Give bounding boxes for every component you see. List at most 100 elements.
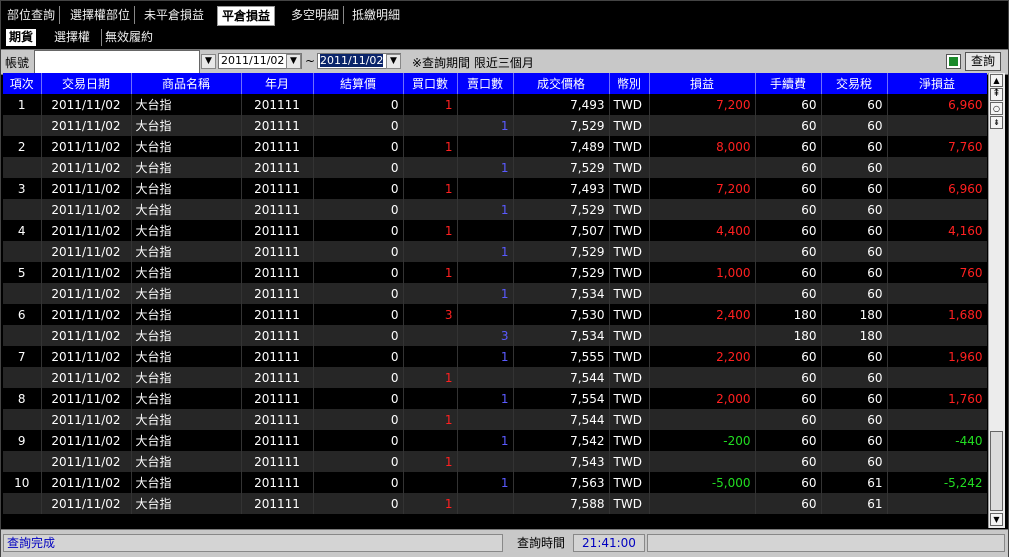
cell-settle: 0 xyxy=(313,367,404,388)
cell-name: 大台指 xyxy=(131,241,242,262)
scroll-page-up-icon[interactable]: ⇞ xyxy=(990,88,1003,101)
cell-ym: 201111 xyxy=(241,136,314,157)
cell-net xyxy=(887,241,987,262)
tab-collateral-detail[interactable]: 抵繳明細 xyxy=(348,6,404,24)
status-message: 查詢完成 xyxy=(3,534,503,552)
cell-price: 7,529 xyxy=(513,262,610,283)
cell-cur: TWD xyxy=(609,472,650,493)
excel-icon[interactable] xyxy=(946,54,961,69)
table-row[interactable]: 2011/11/02 大台指 201111 0 1 7,588 TWD 60 61 xyxy=(3,493,987,514)
scroll-top-icon[interactable]: ▲ xyxy=(990,74,1003,87)
cell-name: 大台指 xyxy=(131,409,242,430)
cell-sell: 1 xyxy=(457,115,514,136)
cell-net: 4,160 xyxy=(887,220,987,241)
cell-ym: 201111 xyxy=(241,493,314,514)
cell-sell: 1 xyxy=(457,283,514,304)
cell-pl xyxy=(649,409,756,430)
table-row[interactable]: 2011/11/02 大台指 201111 0 1 7,529 TWD 60 60 xyxy=(3,241,987,262)
scroll-center-icon[interactable]: ○ xyxy=(990,102,1003,115)
table-row[interactable]: 2 2011/11/02 大台指 201111 0 1 7,489 TWD 8,000 60 60 7… xyxy=(3,136,987,157)
cell-sell: 3 xyxy=(457,325,514,346)
scroll-down-icon[interactable]: ▼ xyxy=(990,513,1003,526)
table-row[interactable]: 3 2011/11/02 大台指 201111 0 1 7,493 TWD 7,200 60 60 6… xyxy=(3,178,987,199)
cell-date: 2011/11/02 xyxy=(41,136,132,157)
col-header-sell-qty[interactable]: 賣口數 xyxy=(457,73,514,94)
cell-sell xyxy=(457,220,514,241)
cell-fee: 60 xyxy=(755,409,822,430)
date-from-dropdown-icon[interactable]: ▼ xyxy=(286,54,301,69)
col-header-pl[interactable]: 損益 xyxy=(649,73,756,94)
cell-buy xyxy=(403,346,458,367)
col-header-price[interactable]: 成交價格 xyxy=(513,73,610,94)
cell-settle: 0 xyxy=(313,325,404,346)
col-header-buy-qty[interactable]: 買口數 xyxy=(403,73,458,94)
cell-ym: 201111 xyxy=(241,115,314,136)
cell-ym: 201111 xyxy=(241,430,314,451)
table-row[interactable]: 9 2011/11/02 大台指 201111 0 1 7,542 TWD -200 60 60 -4… xyxy=(3,430,987,451)
table-row[interactable]: 7 2011/11/02 大台指 201111 0 1 7,555 TWD 2,200 60 60 1… xyxy=(3,346,987,367)
table-row[interactable]: 6 2011/11/02 大台指 201111 0 3 7,530 TWD 2,400 180 18… xyxy=(3,304,987,325)
cell-name: 大台指 xyxy=(131,136,242,157)
query-button[interactable]: 查詢 xyxy=(965,52,1001,71)
cell-sell xyxy=(457,136,514,157)
cell-settle: 0 xyxy=(313,136,404,157)
col-header-net-pl[interactable]: 淨損益 xyxy=(887,73,987,94)
tab-realized-pl[interactable]: 平倉損益 xyxy=(217,6,276,26)
table-row[interactable]: 2011/11/02 大台指 201111 0 1 7,543 TWD 60 60 xyxy=(3,451,987,472)
table-row[interactable]: 5 2011/11/02 大台指 201111 0 1 7,529 TWD 1,000 60 60 7… xyxy=(3,262,987,283)
tab-unrealized-pl[interactable]: 未平倉損益 xyxy=(140,6,208,24)
col-header-no[interactable]: 項次 xyxy=(3,73,42,94)
table-row[interactable]: 10 2011/11/02 大台指 201111 0 1 7,563 TWD -5,000 60 6… xyxy=(3,472,987,493)
cell-pl xyxy=(649,157,756,178)
col-header-product[interactable]: 商品名稱 xyxy=(131,73,242,94)
subtab-options[interactable]: 選擇權 xyxy=(51,29,93,46)
col-header-tax[interactable]: 交易稅 xyxy=(821,73,888,94)
scroll-page-down-icon[interactable]: ⇟ xyxy=(990,116,1003,129)
subtab-invalid-exercise[interactable]: 無效履約 xyxy=(101,29,156,46)
table-row[interactable]: 2011/11/02 大台指 201111 0 1 7,529 TWD 60 60 xyxy=(3,199,987,220)
cell-price: 7,544 xyxy=(513,409,610,430)
cell-net: 1,960 xyxy=(887,346,987,367)
table-row[interactable]: 2011/11/02 大台指 201111 0 1 7,529 TWD 60 60 xyxy=(3,115,987,136)
cell-sell: 1 xyxy=(457,241,514,262)
cell-cur: TWD xyxy=(609,136,650,157)
subtab-futures[interactable]: 期貨 xyxy=(6,29,37,46)
tab-long-short-detail[interactable]: 多空明細 xyxy=(287,6,345,24)
cell-name: 大台指 xyxy=(131,388,242,409)
cell-settle: 0 xyxy=(313,241,404,262)
col-header-date[interactable]: 交易日期 xyxy=(41,73,132,94)
table-row[interactable]: 2011/11/02 大台指 201111 0 1 7,529 TWD 60 60 xyxy=(3,157,987,178)
table-row[interactable]: 2011/11/02 大台指 201111 0 3 7,534 TWD 180 180 xyxy=(3,325,987,346)
cell-tax: 61 xyxy=(821,493,888,514)
table-row[interactable]: 2011/11/02 大台指 201111 0 1 7,534 TWD 60 60 xyxy=(3,283,987,304)
cell-pl: -5,000 xyxy=(649,472,756,493)
cell-date: 2011/11/02 xyxy=(41,178,132,199)
scroll-thumb[interactable] xyxy=(990,431,1003,511)
table-row[interactable]: 8 2011/11/02 大台指 201111 0 1 7,554 TWD 2,000 60 60 1… xyxy=(3,388,987,409)
cell-no xyxy=(3,493,42,514)
col-header-fee[interactable]: 手續費 xyxy=(755,73,822,94)
cell-date: 2011/11/02 xyxy=(41,325,132,346)
cell-name: 大台指 xyxy=(131,304,242,325)
table-row[interactable]: 2011/11/02 大台指 201111 0 1 7,544 TWD 60 60 xyxy=(3,367,987,388)
cell-cur: TWD xyxy=(609,283,650,304)
col-header-settle[interactable]: 結算價 xyxy=(313,73,404,94)
cell-sell xyxy=(457,493,514,514)
table-row[interactable]: 1 2011/11/02 大台指 201111 0 1 7,493 TWD 7,200 60 60 6… xyxy=(3,94,987,115)
date-to-dropdown-icon[interactable]: ▼ xyxy=(386,54,401,69)
table-row[interactable]: 4 2011/11/02 大台指 201111 0 1 7,507 TWD 4,400 60 60 4… xyxy=(3,220,987,241)
cell-price: 7,563 xyxy=(513,472,610,493)
cell-net: 760 xyxy=(887,262,987,283)
tab-position-query[interactable]: 部位查詢 xyxy=(3,6,61,24)
col-header-yearmonth[interactable]: 年月 xyxy=(241,73,314,94)
vertical-scrollbar[interactable]: ▲ ⇞ ○ ⇟ ▼ xyxy=(988,73,1005,528)
account-input[interactable] xyxy=(34,50,200,74)
account-dropdown-icon[interactable]: ▼ xyxy=(201,54,216,69)
cell-no xyxy=(3,325,42,346)
cell-cur: TWD xyxy=(609,430,650,451)
cell-cur: TWD xyxy=(609,367,650,388)
cell-cur: TWD xyxy=(609,115,650,136)
tab-option-position[interactable]: 選擇權部位 xyxy=(66,6,136,24)
table-row[interactable]: 2011/11/02 大台指 201111 0 1 7,544 TWD 60 60 xyxy=(3,409,987,430)
col-header-currency[interactable]: 幣別 xyxy=(609,73,650,94)
